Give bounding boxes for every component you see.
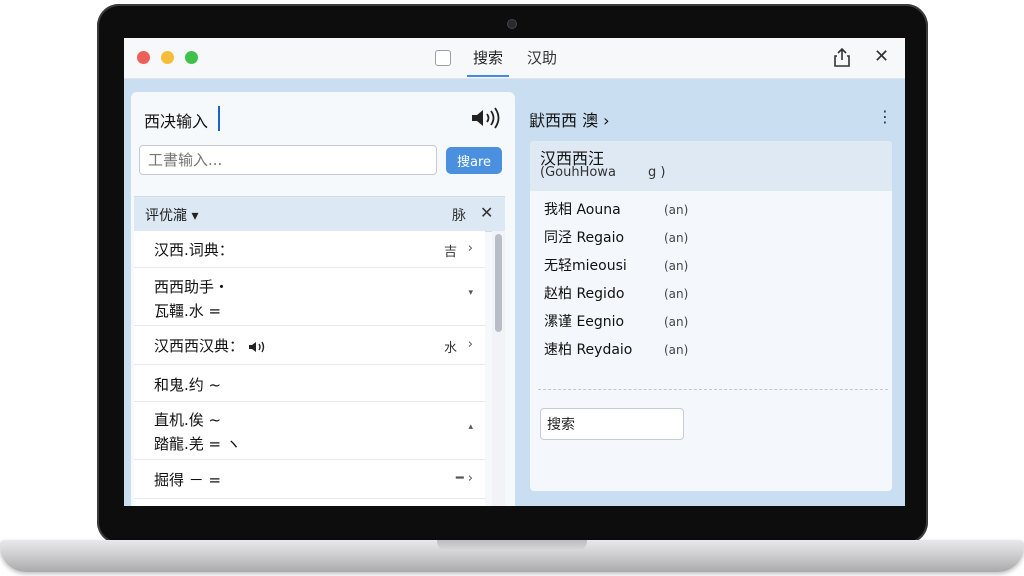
content-area: 西决输入 搜are 评优瀧 ▾ 脉 ✕ 汉西.词典： 吉 › [124, 79, 905, 506]
speaker-icon[interactable] [470, 107, 502, 129]
list-item[interactable]: 同泾 Regaio (an) [544, 227, 688, 247]
divider [538, 389, 888, 390]
tab-help[interactable]: 汉助 [521, 47, 563, 75]
list-item[interactable]: 我相 Aouna (an) [544, 199, 688, 219]
filter-bar: 评优瀧 ▾ 脉 ✕ [134, 196, 505, 232]
list-item[interactable]: 汉西西汉典： 水 › [134, 326, 485, 365]
chevron-right-icon: ━ › [455, 471, 473, 486]
entry-word: 速柏 Reydaio [544, 342, 633, 358]
list-item[interactable]: 漯谨 Eegnio (an) [544, 311, 688, 331]
list-item-title: 掘得 － = [154, 471, 222, 489]
filter-dropdown[interactable]: 评优瀧 ▾ [145, 205, 198, 225]
list-item-title: 西西助手・ [154, 278, 230, 296]
entry-word: 我相 Aouna [544, 202, 621, 218]
selected-entry-pinyin: (GouhHowa [540, 165, 616, 180]
list-item-title: 和鬼.约 ~ [154, 376, 222, 394]
list-item[interactable]: 掘得 － = ━ › [134, 460, 485, 499]
entry-pos: (an) [664, 315, 689, 329]
entry-pos: (an) [664, 343, 689, 357]
list-item[interactable]: 速柏 Reydaio (an) [544, 339, 688, 359]
selected-entry[interactable]: 汉西西汪 (GouhHowa g ) [530, 141, 892, 191]
filter-close-icon[interactable]: ✕ [480, 203, 493, 222]
entry-pos: (an) [664, 231, 689, 245]
minimize-window-button[interactable] [161, 51, 174, 64]
maximize-window-button[interactable] [185, 51, 198, 64]
entry-word: 赵柏 Regido [544, 286, 625, 302]
result-list: 汉西.词典： 吉 › 西西助手・ 瓦韁.水 = ▾ 汉西西汉典： 水 › 和鬼.… [134, 231, 485, 506]
input-title: 西决输入 [144, 112, 209, 131]
list-item[interactable]: 无轻mieousi (an) [544, 255, 688, 275]
list-item[interactable]: 直机.俟 ~ 踏龍.羌 = ヽ ▴ [134, 402, 485, 460]
app-window: 搜索 汉助 ✕ 西决输入 搜are 评优瀧 ▾ 脉 ✕ [124, 38, 905, 506]
close-icon[interactable]: ✕ [874, 46, 889, 67]
entry-pos: (an) [664, 259, 689, 273]
list-item-tag: 吉 [443, 245, 457, 260]
entry-word: 同泾 Regaio [544, 230, 625, 246]
list-item-subtitle: 踏龍.羌 = ヽ [154, 435, 241, 453]
right-pane: 汉西西汪 (GouhHowa g ) 我相 Aouna (an) 同泾 Regai… [530, 141, 892, 491]
entry-pos: (an) [664, 287, 689, 301]
list-item[interactable]: 赵柏 Regido (an) [544, 283, 688, 303]
chevron-right-icon: › [467, 337, 473, 352]
list-item-subtitle: 瓦韁.水 = [154, 302, 222, 320]
list-item-title: 汉西.词典： [154, 241, 234, 259]
laptop-notch [437, 540, 587, 551]
selected-entry-note: g ) [648, 165, 666, 180]
entry-word: 无轻mieousi [544, 258, 627, 274]
camera-icon [508, 20, 516, 28]
search-button[interactable]: 搜are [446, 147, 502, 174]
filter-settings-icon[interactable]: 脉 [452, 205, 466, 225]
chevron-up-icon[interactable]: ▴ [468, 422, 473, 432]
list-item-tag: 水 [443, 341, 457, 356]
sidebar-toggle-icon[interactable] [435, 50, 451, 66]
share-icon[interactable] [833, 47, 851, 67]
dictionary-header[interactable]: 鼣西西 澳 › [529, 107, 610, 131]
scrollbar-thumb[interactable] [495, 234, 502, 332]
search-input[interactable] [139, 145, 437, 175]
title-bar: 搜索 汉助 ✕ [124, 38, 905, 79]
close-window-button[interactable] [137, 51, 150, 64]
list-item[interactable]: 西西助手・ 瓦韁.水 = ▾ [134, 268, 485, 326]
list-item-title: 直机.俟 ~ [154, 411, 222, 429]
speaker-icon[interactable] [248, 340, 268, 354]
list-item[interactable]: 和鬼.约 ~ [134, 365, 485, 402]
chevron-right-icon: › [467, 241, 473, 256]
text-caret [218, 106, 220, 131]
list-item-title: 汉西西汉典： [154, 335, 268, 356]
tab-search[interactable]: 搜索 [467, 47, 510, 77]
entry-pos: (an) [664, 203, 689, 217]
left-pane: 西决输入 搜are 评优瀧 ▾ 脉 ✕ 汉西.词典： 吉 › [131, 92, 515, 506]
chevron-down-icon[interactable]: ▾ [468, 288, 473, 298]
scrollbar[interactable] [492, 231, 505, 506]
more-options-icon[interactable]: ⋮ [877, 107, 893, 126]
laptop-base [0, 540, 1024, 572]
list-item[interactable]: 汉西.词典： 吉 › [134, 231, 485, 268]
secondary-search-input[interactable] [540, 408, 684, 440]
entry-word: 漯谨 Eegnio [544, 314, 625, 330]
